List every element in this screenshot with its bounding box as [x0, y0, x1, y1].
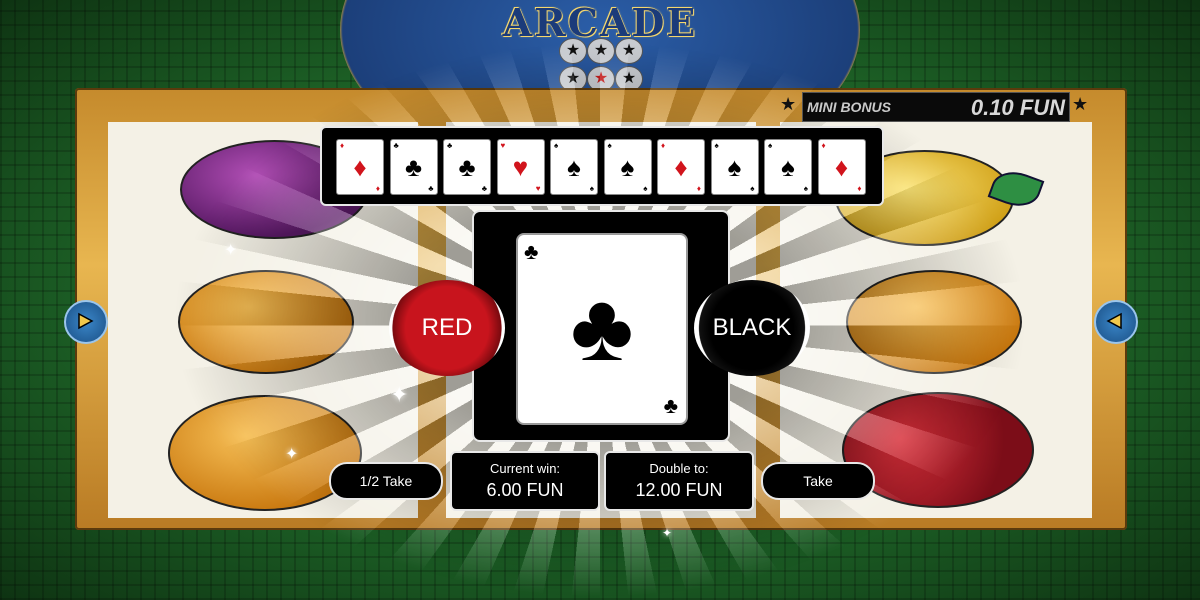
- black-button-label: BLACK: [712, 314, 792, 341]
- black-button[interactable]: BLACK: [694, 280, 810, 376]
- sparkle-icon: ✦: [390, 382, 409, 407]
- take-button[interactable]: Take: [761, 462, 875, 500]
- suit-icon: ♣: [404, 152, 423, 182]
- history-card: ♣ ♣ ♣: [389, 139, 438, 195]
- sparkle-icon: ✦: [662, 526, 673, 540]
- current-win-label: Current win:: [489, 461, 561, 476]
- history-card: ♦ ♦ ♦: [336, 139, 384, 195]
- red-button[interactable]: RED: [389, 280, 505, 376]
- suit-icon: ♦: [375, 184, 380, 193]
- suit-icon: ♠: [781, 152, 795, 182]
- history-card: ♦ ♦ ♦: [817, 139, 866, 195]
- double-to-box: Double to: 12.00 FUN: [604, 451, 754, 511]
- suit-icon: ♠: [567, 152, 581, 182]
- suit-icon: ♦: [857, 184, 862, 193]
- suit-icon: ♠: [589, 184, 594, 193]
- history-card: ♦ ♦ ♦: [657, 139, 705, 195]
- suit-icon: ♠: [714, 141, 719, 150]
- left-arrow-button[interactable]: [64, 300, 108, 344]
- suit-icon: ♠: [643, 184, 648, 193]
- card-history: ♦ ♦ ♦ ♣ ♣ ♣ ♣ ♣ ♣ ♥ ♥ ♥ ♠ ♠ ♠ ♠ ♠ ♠ ♦ ♦ ♦ ♠ ♠ ♠ ♠ ♠ ♠ ♦ ♦ ♦: [320, 126, 884, 206]
- current-win-value: 6.00 FUN: [486, 480, 564, 500]
- mini-bonus-label: MINI BONUS: [807, 99, 891, 115]
- double-to-label: Double to:: [649, 461, 709, 476]
- club-icon: ♣: [524, 239, 539, 264]
- star-icon: ★: [780, 94, 797, 114]
- suit-icon: ♥: [535, 184, 541, 193]
- history-card: ♣ ♣ ♣: [443, 139, 491, 195]
- current-card: ♣ ♣ ♣: [516, 233, 688, 425]
- suit-icon: ♥: [500, 141, 506, 150]
- sparkle-icon: ✦: [285, 446, 299, 463]
- suit-icon: ♣: [447, 141, 453, 150]
- mini-bonus-value: 0.10 FUN: [970, 95, 1065, 120]
- history-card: ♠ ♠ ♠: [710, 139, 759, 195]
- play-left-icon: [1106, 312, 1122, 330]
- red-button-label: RED: [421, 314, 473, 341]
- history-card: ♠ ♠ ♠: [764, 139, 812, 195]
- suit-icon: ♦: [340, 141, 345, 150]
- suit-icon: ♠: [750, 184, 755, 193]
- suit-icon: ♣: [458, 152, 476, 182]
- right-arrow-button[interactable]: [1094, 300, 1138, 344]
- current-win-box: Current win: 6.00 FUN: [450, 451, 600, 511]
- suit-icon: ♠: [554, 141, 559, 150]
- suit-icon: ♦: [674, 152, 688, 182]
- suit-icon: ♥: [512, 152, 529, 182]
- suit-icon: ♦: [661, 141, 666, 150]
- suit-icon: ♠: [607, 141, 612, 150]
- suit-icon: ♠: [727, 152, 742, 182]
- mini-bonus-display: ★ MINI BONUS 0.10 FUN ★: [780, 92, 1092, 122]
- club-icon: ♣: [663, 393, 678, 418]
- mini-bonus-box: MINI BONUS 0.10 FUN: [802, 92, 1070, 122]
- star-icon: ★: [1072, 94, 1089, 114]
- history-card: ♥ ♥ ♥: [496, 139, 545, 195]
- suit-icon: ♦: [834, 152, 849, 182]
- double-to-value: 12.00 FUN: [635, 480, 723, 500]
- suit-icon: ♣: [393, 141, 399, 150]
- suit-icon: ♠: [768, 141, 773, 150]
- sparkle-icon: ✦: [224, 242, 238, 259]
- suit-icon: ♦: [821, 141, 826, 150]
- suit-icon: ♠: [620, 152, 635, 182]
- play-right-icon: [78, 312, 94, 330]
- half-take-button[interactable]: 1/2 Take: [329, 462, 443, 500]
- club-icon: ♣: [570, 274, 634, 381]
- suit-icon: ♠: [803, 184, 808, 193]
- suit-icon: ♣: [428, 184, 434, 193]
- history-card: ♠ ♠ ♠: [603, 139, 652, 195]
- suit-icon: ♦: [353, 152, 367, 182]
- suit-icon: ♦: [696, 184, 701, 193]
- suit-icon: ♣: [481, 184, 487, 193]
- history-card: ♠ ♠ ♠: [550, 139, 598, 195]
